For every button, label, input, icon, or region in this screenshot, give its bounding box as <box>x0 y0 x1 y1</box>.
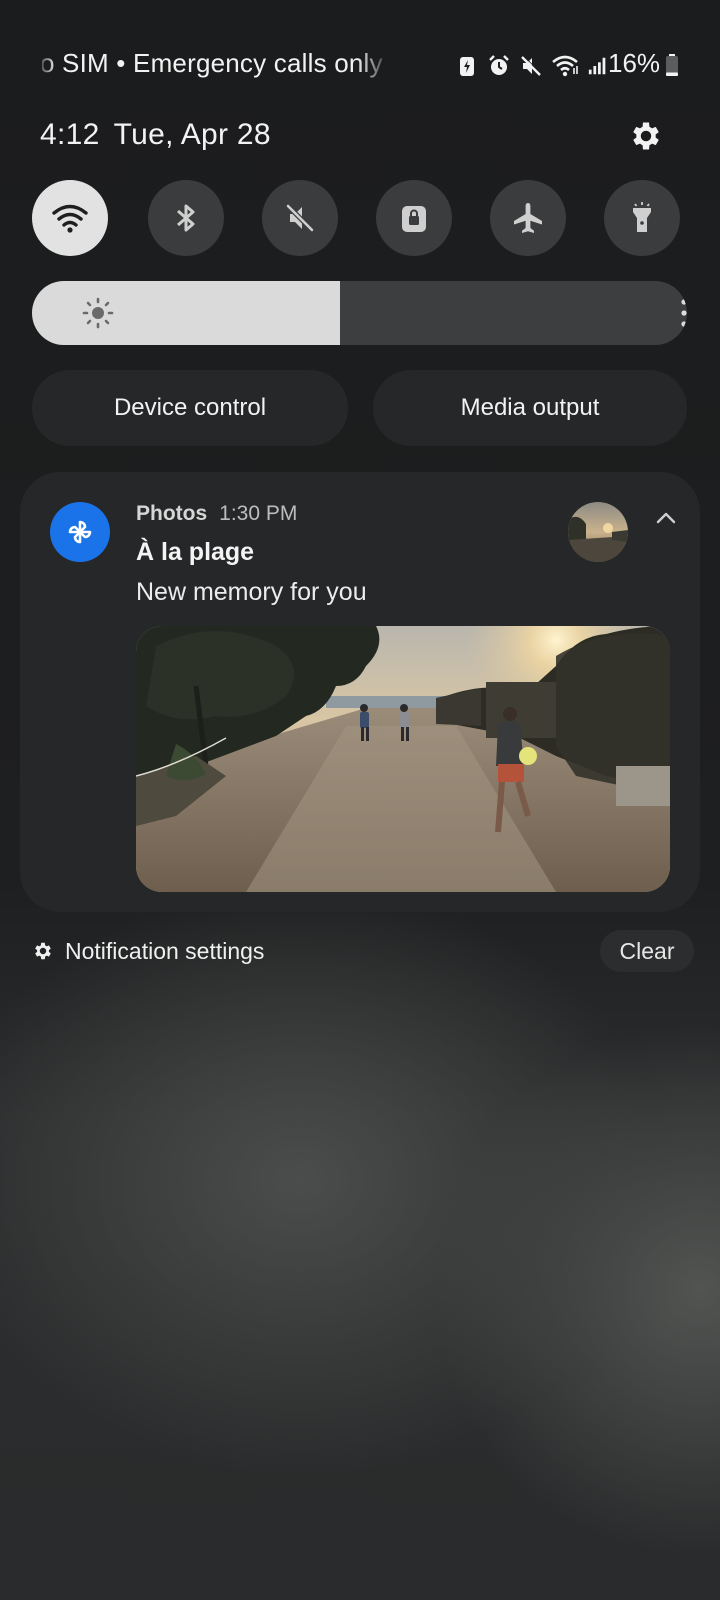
date-time: 4:12 Tue, Apr 28 <box>40 118 271 152</box>
photos-app-icon <box>50 502 110 562</box>
bluetooth-icon <box>177 204 195 232</box>
status-icons <box>455 52 609 80</box>
wifi-icon <box>552 55 578 77</box>
battery-percent: 16% <box>608 48 661 78</box>
alarm-icon <box>489 55 509 75</box>
flashlight-icon <box>633 202 651 232</box>
signal-icon <box>588 57 606 75</box>
device-control-button[interactable]: Device control <box>32 370 348 446</box>
notification-settings-link[interactable]: Notification settings <box>65 938 264 965</box>
notification-time: 1:30 PM <box>219 502 298 525</box>
notification-thumbnail <box>568 502 628 562</box>
lock-icon <box>402 206 426 232</box>
battery-icon <box>666 54 678 76</box>
notification-meta: Photos 1:30 PM <box>136 502 297 526</box>
mute-icon <box>521 55 542 76</box>
media-output-label: Media output <box>460 394 600 421</box>
airplane-mode-toggle[interactable] <box>490 180 566 256</box>
clear-label: Clear <box>619 937 675 964</box>
notification-footer: Notification settings Clear <box>0 930 720 974</box>
collapse-chevron-icon[interactable] <box>650 502 682 534</box>
wifi-toggle[interactable] <box>32 180 108 256</box>
photos-pinwheel-icon <box>68 520 92 544</box>
airplane-icon <box>514 203 542 233</box>
screen-lock-toggle[interactable] <box>376 180 452 256</box>
bluetooth-toggle[interactable] <box>148 180 224 256</box>
settings-gear-icon[interactable] <box>628 118 664 154</box>
notification-title: À la plage <box>136 538 255 566</box>
mute-icon <box>286 204 314 232</box>
media-output-button[interactable]: Media output <box>373 370 687 446</box>
photos-notification[interactable]: Photos 1:30 PM À la plage New memory for … <box>20 472 700 912</box>
status-bar: No SIM • Emergency calls only 16% <box>0 44 720 84</box>
sound-toggle[interactable] <box>262 180 338 256</box>
gear-icon <box>35 942 51 960</box>
sun-icon <box>82 297 114 329</box>
date-label: Tue, Apr 28 <box>113 118 271 151</box>
wifi-icon <box>52 204 88 233</box>
quick-settings-row <box>32 180 687 256</box>
notification-app-name: Photos <box>136 502 208 525</box>
device-control-label: Device control <box>113 394 267 421</box>
memory-photo[interactable] <box>136 626 670 892</box>
battery-saver-icon <box>460 57 474 76</box>
clock-time: 4:12 <box>40 118 100 151</box>
brightness-slider[interactable] <box>32 281 687 345</box>
flashlight-toggle[interactable] <box>604 180 680 256</box>
notification-body: New memory for you <box>136 578 367 606</box>
carrier-status: No SIM • Emergency calls only <box>42 48 392 79</box>
clear-button[interactable]: Clear <box>600 930 694 972</box>
carrier-text: No SIM • Emergency calls only <box>42 48 383 78</box>
brightness-fill <box>32 281 340 345</box>
more-vertical-icon[interactable] <box>672 297 687 329</box>
